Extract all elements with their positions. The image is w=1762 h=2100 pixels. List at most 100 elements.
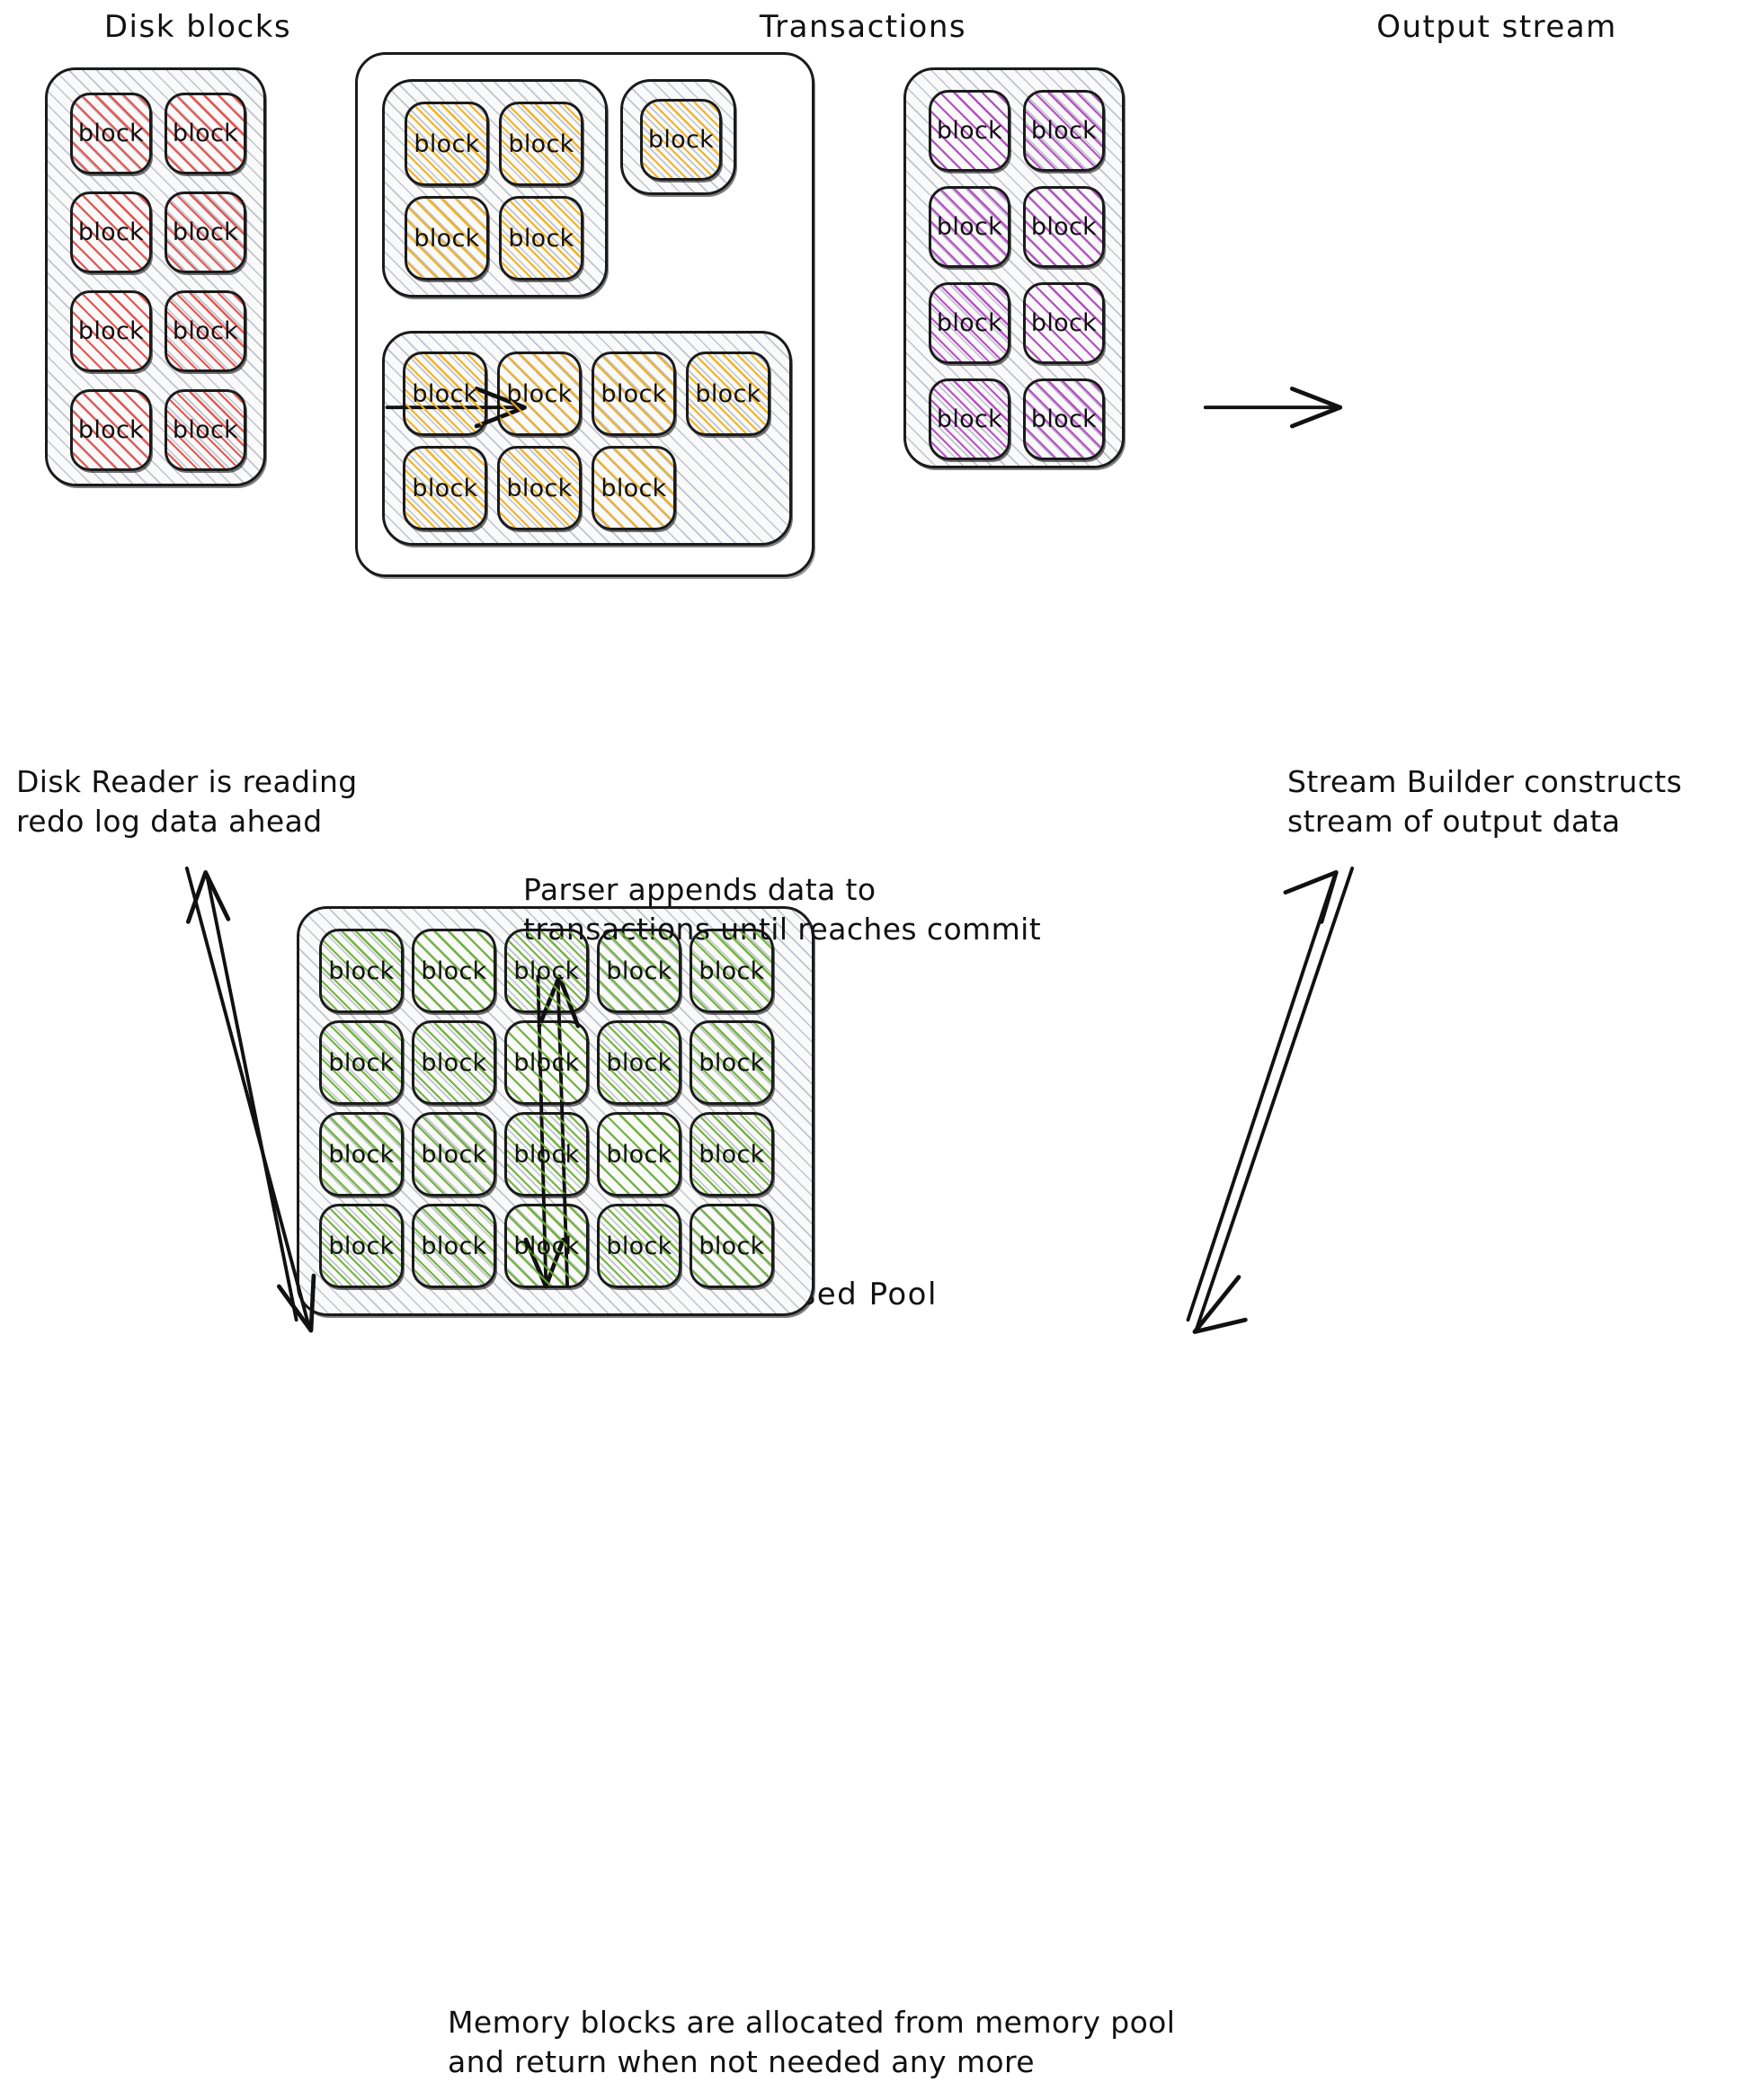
block-label: block: [412, 474, 478, 503]
block-label: block: [508, 224, 574, 253]
output-block: block: [929, 90, 1010, 172]
disk-block: block: [70, 191, 152, 273]
output-block: block: [1023, 282, 1105, 364]
transactions-title: Transactions: [759, 9, 967, 45]
transaction-block: block: [686, 351, 770, 436]
block-label: block: [695, 379, 761, 408]
pool-block: block: [690, 1204, 774, 1288]
pool-block: block: [690, 929, 774, 1013]
block-label: block: [421, 1048, 487, 1077]
transaction-block: block: [405, 102, 489, 186]
block-label: block: [1030, 309, 1098, 337]
block-label: block: [606, 957, 672, 985]
block-label: block: [328, 957, 395, 985]
block-label: block: [936, 117, 1003, 145]
block-label: block: [172, 416, 239, 444]
block-label: block: [699, 1140, 765, 1169]
diagram-canvas: Disk blocks Transactions Output stream U…: [0, 0, 1762, 2100]
block-label: block: [1030, 405, 1098, 433]
pool-block: block: [504, 1112, 589, 1197]
transaction-block: block: [640, 99, 722, 181]
block-label: block: [506, 379, 573, 408]
block-label: block: [414, 129, 480, 158]
block-label: block: [414, 224, 480, 253]
pool-block: block: [504, 929, 589, 1013]
block-label: block: [699, 1232, 765, 1260]
transaction-b-container: block: [620, 79, 736, 195]
block-label: block: [77, 416, 145, 444]
pool-block: block: [597, 1204, 681, 1288]
pool-block: block: [319, 1204, 404, 1288]
disk-blocks-title: Disk blocks: [103, 9, 292, 45]
block-label: block: [172, 317, 239, 345]
pool-block: block: [319, 1020, 404, 1105]
block-label: block: [77, 317, 145, 345]
block-label: block: [936, 309, 1003, 337]
disk-blocks-container: block block block block block block block block: [45, 67, 266, 486]
arrow-pool-to-output: [1186, 866, 1355, 1334]
block-label: block: [936, 213, 1003, 241]
transaction-block: block: [403, 351, 487, 436]
disk-block: block: [165, 191, 246, 273]
block-label: block: [699, 1048, 765, 1077]
transaction-block: block: [497, 446, 582, 530]
transaction-block: block: [403, 446, 487, 530]
block-label: block: [412, 379, 478, 408]
block-label: block: [1030, 213, 1098, 241]
transaction-block: block: [499, 102, 583, 186]
disk-block: block: [70, 389, 152, 471]
disk-block: block: [70, 93, 152, 174]
disk-block: block: [165, 290, 246, 372]
disk-block: block: [70, 290, 152, 372]
note-memory-pool: Memory blocks are allocated from memory …: [448, 2005, 1176, 2079]
pool-block: block: [504, 1020, 589, 1105]
output-stream-title: Output stream: [1376, 9, 1617, 45]
block-label: block: [421, 957, 487, 985]
output-block: block: [929, 282, 1010, 364]
block-label: block: [699, 957, 765, 985]
block-label: block: [77, 218, 145, 246]
block-label: block: [513, 957, 580, 985]
block-label: block: [647, 126, 715, 154]
pool-block: block: [597, 1020, 681, 1105]
note-stream-builder: Stream Builder constructs stream of outp…: [1287, 764, 1683, 839]
block-label: block: [421, 1140, 487, 1169]
block-label: block: [936, 405, 1003, 433]
block-label: block: [601, 474, 667, 503]
transaction-block: block: [499, 196, 583, 280]
transaction-c-container: block block block block block block block: [382, 331, 792, 546]
block-label: block: [513, 1140, 580, 1169]
arrow-transactions-to-output: [1203, 387, 1343, 429]
pool-block: block: [690, 1112, 774, 1197]
transaction-block: block: [497, 351, 582, 436]
block-label: block: [328, 1048, 395, 1077]
block-label: block: [606, 1048, 672, 1077]
pool-block: block: [412, 929, 496, 1013]
output-block: block: [1023, 378, 1105, 460]
output-block: block: [929, 378, 1010, 460]
block-label: block: [513, 1232, 580, 1260]
pool-block: block: [319, 929, 404, 1013]
block-label: block: [606, 1232, 672, 1260]
pool-block: block: [597, 1112, 681, 1197]
disk-block: block: [165, 389, 246, 471]
pool-block: block: [504, 1204, 589, 1288]
block-label: block: [172, 218, 239, 246]
arrow-pool-to-disk: [184, 866, 316, 1333]
block-label: block: [421, 1232, 487, 1260]
output-block: block: [1023, 186, 1105, 268]
note-parser: Parser appends data to transactions unti…: [523, 872, 1042, 947]
transaction-block: block: [592, 351, 676, 436]
output-block: block: [1023, 90, 1105, 172]
block-label: block: [606, 1140, 672, 1169]
pool-block: block: [319, 1112, 404, 1197]
pool-block: block: [412, 1020, 496, 1105]
block-label: block: [328, 1140, 395, 1169]
transaction-a-container: block block block block: [382, 79, 608, 298]
block-label: block: [508, 129, 574, 158]
block-label: block: [172, 120, 239, 147]
note-disk-reader: Disk Reader is reading redo log data ahe…: [16, 764, 358, 839]
block-label: block: [601, 379, 667, 408]
transaction-block: block: [592, 446, 676, 530]
pool-block: block: [412, 1204, 496, 1288]
